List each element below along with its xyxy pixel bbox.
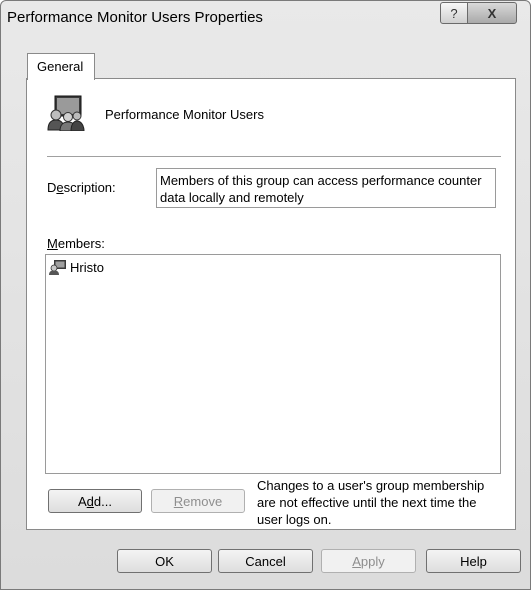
description-field[interactable]: Members of this group can access perform… [156, 168, 496, 208]
separator [47, 156, 501, 157]
group-name: Performance Monitor Users [105, 107, 264, 122]
cancel-button[interactable]: Cancel [218, 549, 313, 573]
user-icon [49, 260, 66, 275]
properties-dialog: Performance Monitor Users Properties ? X… [0, 0, 531, 590]
description-label: Description: [47, 180, 116, 195]
add-button[interactable]: Ad d... [48, 489, 142, 513]
help-title-button[interactable]: ? [440, 2, 468, 24]
title-bar[interactable]: Performance Monitor Users Properties ? X [1, 1, 530, 33]
members-list[interactable]: Hristo [45, 254, 501, 474]
remove-button[interactable]: Remove [151, 489, 245, 513]
list-item[interactable]: Hristo [49, 260, 104, 275]
close-icon: X [487, 5, 497, 21]
dialog-client-area: General Performance Monitor Users Descri… [8, 33, 523, 581]
membership-note: Changes to a user's group membership are… [257, 478, 485, 527]
general-tab-panel: Performance Monitor Users Description: M… [26, 78, 516, 530]
apply-button[interactable]: Apply [321, 549, 416, 573]
window-title: Performance Monitor Users Properties [7, 9, 263, 26]
help-button[interactable]: Help [426, 549, 521, 573]
tab-label: General [37, 59, 84, 74]
tab-general[interactable]: General [27, 53, 95, 80]
group-users-icon [47, 95, 85, 131]
question-mark-icon: ? [450, 5, 458, 21]
ok-button[interactable]: OK [117, 549, 212, 573]
members-label: Members: [47, 236, 105, 251]
close-button[interactable]: X [467, 2, 517, 24]
member-name: Hristo [70, 260, 104, 275]
